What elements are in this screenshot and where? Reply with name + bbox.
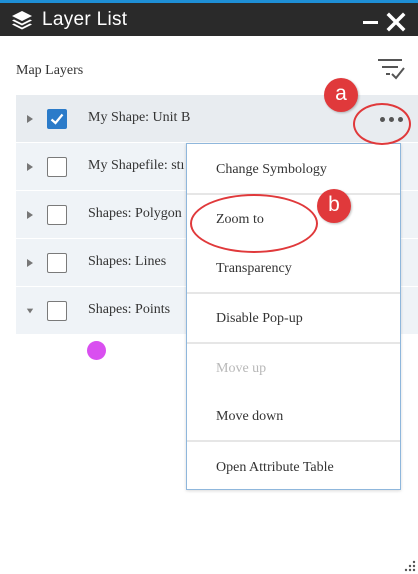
- callout-badge-a: a: [324, 78, 358, 112]
- layer-visibility-checkbox[interactable]: [47, 109, 67, 129]
- callout-ring-b: [190, 194, 318, 253]
- caret-down-icon[interactable]: [26, 306, 34, 316]
- menu-item-disable-popup[interactable]: Disable Pop-up: [216, 310, 303, 328]
- menu-divider: [187, 342, 400, 344]
- caret-right-icon[interactable]: [26, 258, 34, 268]
- layer-context-menu: Change Symbology Zoom to Transparency Di…: [186, 143, 401, 490]
- title-bar: Layer List: [0, 3, 418, 36]
- layer-name: Shapes: Lines: [88, 254, 167, 269]
- layer-visibility-checkbox[interactable]: [47, 157, 67, 177]
- menu-item-change-symbology[interactable]: Change Symbology: [216, 161, 327, 179]
- layer-name: Shapes: Points: [88, 302, 171, 317]
- layer-name: My Shapefile: stı: [88, 158, 185, 173]
- layer-visibility-checkbox[interactable]: [47, 253, 67, 273]
- layer-visibility-checkbox[interactable]: [47, 205, 67, 225]
- map-layers-heading: Map Layers: [16, 63, 84, 78]
- callout-badge-b: b: [317, 189, 351, 223]
- layer-visibility-checkbox[interactable]: [47, 301, 67, 321]
- menu-item-transparency[interactable]: Transparency: [216, 260, 292, 278]
- layers-icon: [12, 11, 32, 30]
- menu-item-move-down[interactable]: Move down: [216, 408, 283, 426]
- checkmark-icon: [50, 113, 64, 125]
- menu-divider: [187, 440, 400, 442]
- caret-right-icon[interactable]: [26, 162, 34, 172]
- menu-item-move-up: Move up: [216, 361, 267, 376]
- menu-divider: [187, 193, 400, 195]
- close-icon[interactable]: [386, 12, 406, 32]
- menu-item-open-attribute-table[interactable]: Open Attribute Table: [216, 459, 334, 477]
- layer-name: My Shape: Unit B: [88, 110, 191, 125]
- callout-ring-a: [353, 103, 411, 145]
- minimize-icon[interactable]: [363, 21, 378, 24]
- menu-divider: [187, 292, 400, 294]
- window-title: Layer List: [42, 9, 128, 30]
- caret-right-icon[interactable]: [26, 114, 34, 124]
- caret-right-icon[interactable]: [26, 210, 34, 220]
- resize-grip-icon[interactable]: [402, 558, 416, 572]
- point-symbol-icon: [87, 341, 106, 360]
- filter-icon[interactable]: [376, 56, 406, 82]
- layer-name: Shapes: Polygon: [88, 206, 182, 221]
